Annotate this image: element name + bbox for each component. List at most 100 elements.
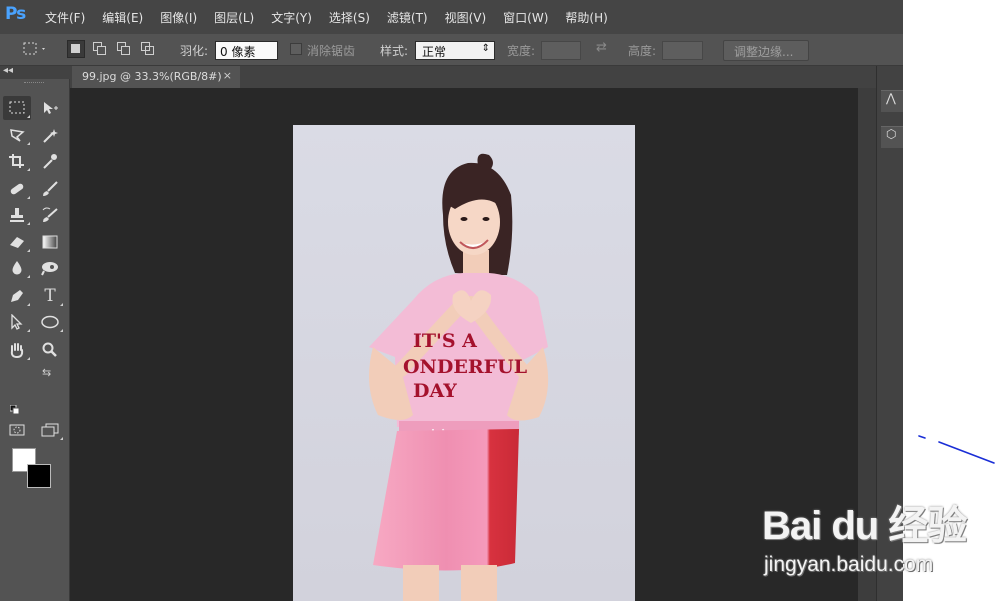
height-label: 高度:	[628, 44, 657, 58]
tool-flyout-indicator	[60, 303, 63, 306]
tool-preset-picker[interactable]	[22, 40, 45, 58]
baidu-logo: Bai du 经验	[762, 504, 967, 548]
add-to-selection-button[interactable]	[91, 40, 109, 58]
tool-flyout-indicator	[27, 249, 30, 252]
style-select[interactable]: 正常 ⇕	[415, 41, 495, 60]
hand-icon	[10, 343, 24, 358]
dodge-tool[interactable]	[36, 256, 64, 280]
menu-layer[interactable]: 图层(L)	[214, 9, 254, 26]
menu-select[interactable]: 选择(S)	[329, 9, 370, 26]
eyedropper-tool[interactable]	[36, 149, 64, 173]
move-tool[interactable]	[36, 96, 64, 120]
pen-icon	[11, 290, 23, 302]
new-selection-icon	[71, 44, 80, 53]
toolbar-grip[interactable]	[24, 82, 44, 84]
rectangular-marquee-tool[interactable]	[3, 96, 31, 120]
antialias-label: 消除锯齿	[307, 44, 356, 58]
gradient-tool[interactable]	[36, 230, 64, 254]
tool-flyout-indicator	[27, 196, 30, 199]
chevron-updown-icon: ⇕	[481, 43, 490, 54]
history-brush-icon	[42, 207, 58, 222]
spot-healing-tool[interactable]	[3, 177, 31, 201]
eraser-tool[interactable]	[3, 230, 31, 254]
width-input[interactable]	[541, 41, 581, 60]
pen-tool[interactable]	[3, 284, 31, 308]
tool-flyout-indicator	[27, 303, 30, 306]
menu-bar: Ps 文件(F) 编辑(E) 图像(I) 图层(L) 文字(Y) 选择(S) 滤…	[0, 0, 903, 34]
menu-help[interactable]: 帮助(H)	[565, 9, 607, 26]
menu-type[interactable]: 文字(Y)	[271, 9, 312, 26]
3d-panel-icon[interactable]: ⬡	[881, 126, 903, 148]
magic-wand-tool[interactable]	[36, 123, 64, 147]
tools-panel: T ⇆	[0, 79, 70, 601]
brush-tool[interactable]	[36, 177, 64, 201]
menu-image[interactable]: 图像(I)	[160, 9, 197, 26]
quick-mask-button[interactable]	[3, 418, 31, 442]
path-selection-tool[interactable]	[3, 310, 31, 334]
document-tab[interactable]: 99.jpg @ 33.3%(RGB/8#) ×	[72, 66, 240, 88]
marquee-icon	[9, 101, 25, 114]
screen-mode-icon	[41, 423, 59, 437]
style-label: 样式:	[380, 44, 409, 58]
close-tab-icon[interactable]: ×	[223, 69, 232, 82]
menu-window[interactable]: 窗口(W)	[503, 9, 548, 26]
arrow-pointer-icon	[11, 314, 23, 330]
swap-dimensions-icon[interactable]: ⇄	[596, 40, 607, 55]
menu-filter[interactable]: 滤镜(T)	[387, 9, 428, 26]
blur-tool[interactable]	[3, 256, 31, 280]
type-tool[interactable]: T	[36, 284, 64, 308]
brush-icon	[43, 181, 58, 196]
magic-wand-icon	[43, 129, 58, 143]
collapse-toolbar-icon[interactable]: ◂◂	[3, 65, 13, 76]
zoom-tool[interactable]	[36, 338, 64, 362]
new-selection-button[interactable]	[67, 40, 85, 58]
eyedropper-icon	[43, 154, 57, 169]
text-tool-icon: T	[44, 286, 56, 306]
photo-illustration: IT'S A ONDERFUL DAY	[293, 125, 635, 601]
menu-file[interactable]: 文件(F)	[45, 9, 85, 26]
hand-tool[interactable]	[3, 338, 31, 362]
stamp-icon	[10, 208, 24, 222]
intersect-selection-icon-part	[145, 46, 154, 55]
screen-mode-button[interactable]	[36, 418, 64, 442]
tool-flyout-indicator	[60, 437, 63, 440]
menu-view[interactable]: 视图(V)	[445, 9, 487, 26]
lasso-tool[interactable]	[3, 123, 31, 147]
default-colors-icon[interactable]	[9, 399, 20, 415]
dodge-icon	[41, 262, 58, 276]
svg-text:IT'S A: IT'S A	[413, 330, 477, 352]
menu-edit[interactable]: 编辑(E)	[102, 9, 143, 26]
history-brush-tool[interactable]	[36, 203, 64, 227]
move-icon	[44, 102, 58, 114]
options-bar: 羽化: 0 像素 消除锯齿 样式: 正常 ⇕ 宽度: ⇄ 高度: 调整边缘...	[0, 34, 903, 66]
ellipse-tool[interactable]	[36, 310, 64, 334]
height-input[interactable]	[662, 41, 703, 60]
swap-colors-icon[interactable]: ⇆	[42, 366, 51, 379]
gradient-icon	[42, 235, 58, 249]
document-image: IT'S A ONDERFUL DAY	[293, 125, 635, 601]
history-panel-icon[interactable]: ⋀	[881, 90, 903, 112]
tool-flyout-indicator	[27, 222, 30, 225]
feather-input[interactable]: 0 像素	[215, 41, 278, 60]
subtract-from-selection-button[interactable]	[115, 40, 133, 58]
crop-tool[interactable]	[3, 149, 31, 173]
intersect-selection-button[interactable]	[139, 40, 157, 58]
background-color-swatch[interactable]	[27, 464, 51, 488]
refine-edge-button[interactable]: 调整边缘...	[723, 40, 809, 61]
tool-flyout-indicator	[27, 329, 30, 332]
tool-flyout-indicator	[27, 142, 30, 145]
subtract-selection-icon-part	[121, 46, 130, 55]
antialias-checkbox[interactable]	[290, 43, 302, 55]
svg-text:DAY: DAY	[413, 380, 457, 402]
toolbar-header: ◂◂	[0, 65, 70, 79]
menu-list: 文件(F) 编辑(E) 图像(I) 图层(L) 文字(Y) 选择(S) 滤镜(T…	[45, 9, 625, 26]
clone-stamp-tool[interactable]	[3, 203, 31, 227]
photoshop-logo: Ps	[5, 4, 26, 24]
tool-flyout-indicator	[27, 275, 30, 278]
baidu-url: jingyan.baidu.com	[764, 553, 934, 576]
tool-flyout-indicator	[27, 357, 30, 360]
baidu-watermark: Bai du 经验 jingyan.baidu.com	[762, 493, 996, 583]
bandage-icon	[10, 183, 24, 195]
width-label: 宽度:	[507, 44, 536, 58]
svg-text:ONDERFUL: ONDERFUL	[403, 356, 527, 378]
